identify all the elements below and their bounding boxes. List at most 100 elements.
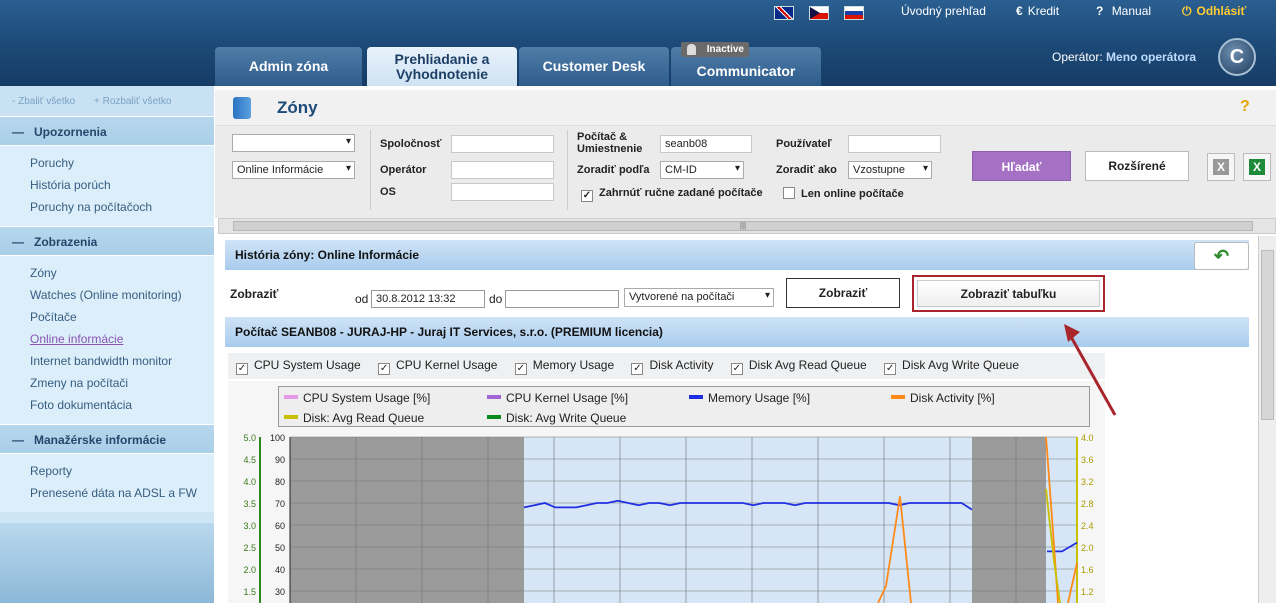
sidebar-item-pc-changes[interactable]: Zmeny na počítači bbox=[30, 372, 214, 394]
excel-icon: X bbox=[1249, 159, 1265, 175]
sidebar-item-online-info[interactable]: Online informácie bbox=[30, 328, 214, 350]
y-tick-label: 3.5 bbox=[243, 499, 256, 509]
power-icon: ⏻ bbox=[1182, 4, 1192, 18]
pc-input[interactable]: seanb08 bbox=[660, 135, 752, 153]
online-only-checkbox[interactable]: Len online počítače bbox=[783, 187, 904, 200]
y-tick-label: 1.6 bbox=[1081, 565, 1094, 575]
sidebar-item-watches[interactable]: Watches (Online monitoring) bbox=[30, 284, 214, 306]
search-button[interactable]: Hľadať bbox=[972, 151, 1071, 181]
company-input[interactable] bbox=[451, 135, 554, 153]
divider bbox=[567, 130, 568, 210]
advanced-button[interactable]: Rozšírené bbox=[1085, 151, 1189, 181]
sidebar-item-fault-history[interactable]: História porúch bbox=[30, 174, 214, 196]
badge-label: Inactive bbox=[706, 44, 744, 55]
legend-item: Disk: Avg Read Queue bbox=[284, 410, 424, 426]
sidebar-group-management[interactable]: — Manažérske informácie bbox=[0, 424, 214, 454]
export-excel-disabled-button[interactable]: X bbox=[1207, 153, 1235, 181]
manual-pcs-checkbox[interactable]: ✓ Zahrnúť ručne zadané počítače bbox=[581, 187, 763, 202]
sort-by-select[interactable]: CM-ID bbox=[660, 161, 744, 179]
y-tick-label: 30 bbox=[275, 587, 285, 597]
legend-item: CPU Kernel Usage [%] bbox=[487, 390, 628, 406]
back-arrow-button[interactable]: ↶ bbox=[1194, 242, 1249, 270]
to-date-input[interactable] bbox=[505, 290, 619, 308]
series-toggle[interactable]: ✓ CPU System Usage bbox=[236, 358, 361, 375]
inactive-badge: Inactive bbox=[681, 42, 749, 57]
tab-label: Communicator bbox=[696, 63, 796, 79]
scrollbar-thumb[interactable] bbox=[1261, 250, 1274, 420]
show-button[interactable]: Zobraziť bbox=[786, 278, 900, 308]
logout-link[interactable]: ⏻ Odhlásiť bbox=[1182, 4, 1246, 18]
tab-review[interactable]: Prehliadanie a Vyhodnotenie bbox=[367, 47, 517, 86]
flag-cz-icon[interactable] bbox=[809, 6, 829, 20]
sidebar-group-alerts[interactable]: — Upozornenia bbox=[0, 116, 214, 146]
sidebar-footer bbox=[0, 523, 214, 603]
sort-as-label: Zoradiť ako bbox=[776, 164, 837, 176]
os-input[interactable] bbox=[451, 183, 554, 201]
credit-label: Kredit bbox=[1027, 4, 1060, 18]
horizontal-scrollbar[interactable]: ||| bbox=[218, 218, 1276, 234]
series-toggle[interactable]: ✓ Disk Avg Write Queue bbox=[884, 358, 1019, 375]
from-label: od bbox=[355, 292, 369, 306]
checkbox-checked-icon[interactable]: ✓ bbox=[884, 363, 897, 375]
sidebar-item-photo-docs[interactable]: Foto dokumentácia bbox=[30, 394, 214, 416]
tab-customer-desk[interactable]: Customer Desk bbox=[519, 47, 669, 86]
from-date-input[interactable]: 30.8.2012 13:32 bbox=[371, 290, 485, 308]
sidebar-item-reports[interactable]: Reporty bbox=[30, 460, 214, 482]
y-tick-label: 90 bbox=[275, 455, 285, 465]
zone-select[interactable] bbox=[232, 134, 355, 152]
history-header: História zóny: Online Informácie bbox=[225, 240, 1249, 270]
group-title: Manažérske informácie bbox=[34, 433, 167, 447]
sidebar-item-pc-faults[interactable]: Poruchy na počítačoch bbox=[30, 196, 214, 218]
credit-link[interactable]: € Kredit bbox=[1016, 4, 1059, 18]
series-toggle[interactable]: ✓ CPU Kernel Usage bbox=[378, 358, 497, 375]
operator-input[interactable] bbox=[451, 161, 554, 179]
overview-link[interactable]: Úvodný prehľad bbox=[901, 4, 986, 18]
user-input[interactable] bbox=[848, 135, 941, 153]
mode-select[interactable]: Vytvorené na počítači bbox=[624, 288, 774, 307]
sidebar-item-adsl-data[interactable]: Prenesené dáta na ADSL a FW bbox=[30, 482, 214, 504]
series-label: Memory Usage bbox=[532, 358, 615, 372]
y-tick-label: 3.0 bbox=[243, 521, 256, 531]
series-toggle[interactable]: ✓ Memory Usage bbox=[514, 358, 615, 375]
export-excel-button[interactable]: X bbox=[1243, 153, 1271, 181]
checkbox-checked-icon[interactable]: ✓ bbox=[378, 363, 391, 375]
user-label: Používateľ bbox=[776, 138, 832, 150]
collapse-all-link[interactable]: - Zbaliť všetko bbox=[12, 96, 75, 107]
sidebar-group-items: Zóny Watches (Online monitoring) Počítač… bbox=[0, 256, 214, 424]
series-toggle[interactable]: ✓ Disk Activity bbox=[631, 358, 714, 375]
manual-link[interactable]: ? Manual bbox=[1096, 4, 1151, 18]
view-select[interactable]: Online Informácie bbox=[232, 161, 355, 179]
scrollbar-thumb[interactable]: ||| bbox=[233, 221, 1253, 231]
flag-sk-icon[interactable] bbox=[844, 6, 864, 20]
legend-label: Disk Activity [%] bbox=[910, 391, 995, 405]
sort-by-label: Zoradiť podľa bbox=[577, 164, 650, 176]
checkbox-checked-icon[interactable]: ✓ bbox=[581, 190, 593, 202]
legend-swatch bbox=[487, 415, 501, 419]
checkbox-icon[interactable] bbox=[783, 187, 795, 199]
flag-uk-icon[interactable] bbox=[774, 6, 794, 20]
offline-region bbox=[972, 437, 1046, 603]
checkbox-checked-icon[interactable]: ✓ bbox=[631, 363, 644, 375]
sidebar-item-bandwidth[interactable]: Internet bandwidth monitor bbox=[30, 350, 214, 372]
checkbox-checked-icon[interactable]: ✓ bbox=[514, 363, 527, 375]
expand-all-link[interactable]: + Rozbaliť všetko bbox=[94, 96, 171, 107]
tab-admin-zone[interactable]: Admin zóna bbox=[215, 47, 362, 86]
show-table-button[interactable]: Zobraziť tabuľku bbox=[912, 275, 1105, 312]
vertical-scrollbar[interactable] bbox=[1258, 236, 1276, 603]
legend-swatch bbox=[689, 395, 703, 399]
y-tick-label: 3.2 bbox=[1081, 477, 1094, 487]
sidebar-item-computers[interactable]: Počítače bbox=[30, 306, 214, 328]
computer-header: Počítač SEANB08 - JURAJ-HP - Juraj IT Se… bbox=[225, 317, 1249, 347]
legend-item: Disk: Avg Write Queue bbox=[487, 410, 626, 426]
sidebar-item-zones[interactable]: Zóny bbox=[30, 262, 214, 284]
sidebar-group-views[interactable]: — Zobrazenia bbox=[0, 226, 214, 256]
sort-as-select[interactable]: Vzostupne bbox=[848, 161, 932, 179]
sidebar-group-items: Poruchy História porúch Poruchy na počít… bbox=[0, 146, 214, 226]
legend-item: Memory Usage [%] bbox=[689, 390, 810, 406]
sidebar-item-faults[interactable]: Poruchy bbox=[30, 152, 214, 174]
checkbox-checked-icon[interactable]: ✓ bbox=[236, 363, 248, 375]
y-tick-label: 1.5 bbox=[243, 587, 256, 597]
series-toggle[interactable]: ✓ Disk Avg Read Queue bbox=[730, 358, 867, 375]
help-icon[interactable]: ? bbox=[1240, 98, 1250, 116]
checkbox-checked-icon[interactable]: ✓ bbox=[730, 363, 743, 375]
